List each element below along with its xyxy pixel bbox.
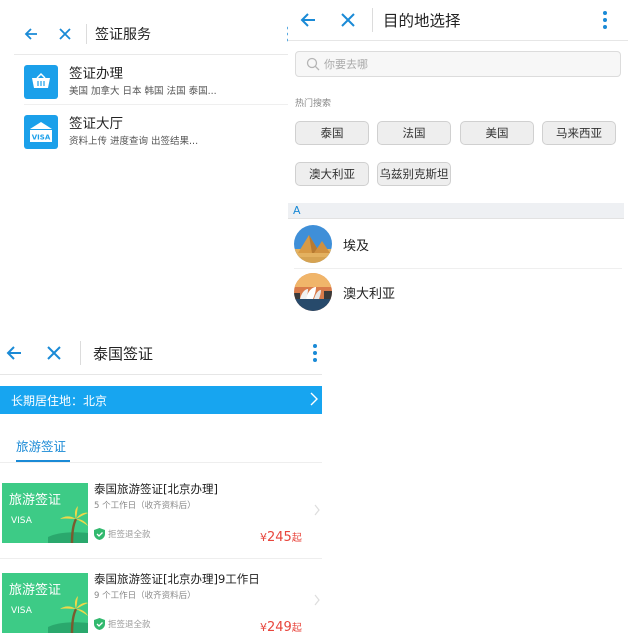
- hot-chip[interactable]: 乌兹别克斯坦: [377, 162, 451, 186]
- back-button[interactable]: [0, 332, 28, 374]
- refund-badge: 拒签退全款: [94, 618, 151, 630]
- back-button[interactable]: [14, 14, 48, 54]
- visa-service-header: 签证服务: [14, 14, 296, 55]
- tab-divider: [0, 462, 322, 463]
- hot-chip[interactable]: 法国: [377, 121, 451, 145]
- product-duration: 5 个工作日（收齐资料后）: [94, 501, 196, 511]
- visa-card-icon: VISA: [24, 115, 58, 149]
- thumbnail-subtitle: VISA: [11, 606, 32, 616]
- palm-tree-icon: [48, 506, 88, 543]
- thailand-header: 泰国签证: [0, 332, 322, 375]
- service-visa-apply[interactable]: 签证办理 美国 加拿大 日本 韩国 法国 泰国...: [24, 60, 296, 105]
- close-icon: [341, 13, 355, 27]
- thumbnail-title: 旅游签证: [9, 583, 62, 598]
- header-divider: [80, 341, 81, 365]
- search-input[interactable]: 你要去哪: [295, 51, 621, 77]
- visa-service-panel: 签证服务 签证办理 美国 加拿大 日本 韩国 法国 泰国... VISA 签证大…: [14, 14, 296, 164]
- hot-chip[interactable]: 澳大利亚: [295, 162, 369, 186]
- close-button[interactable]: [48, 14, 82, 54]
- page-title: 签证服务: [95, 27, 151, 43]
- pyramids-photo: [294, 225, 332, 263]
- product-price: ¥245起: [260, 530, 302, 545]
- visa-icon-text: VISA: [32, 134, 51, 142]
- close-icon: [59, 28, 71, 40]
- index-section-header: A: [288, 203, 624, 219]
- destination-name: 埃及: [343, 238, 370, 254]
- close-button[interactable]: [28, 332, 80, 374]
- product-duration: 9 个工作日（收齐资料后）: [94, 591, 196, 601]
- search-placeholder: 你要去哪: [324, 58, 368, 71]
- tab-tourist-visa[interactable]: 旅游签证: [16, 436, 66, 455]
- destination-name: 澳大利亚: [343, 286, 396, 302]
- close-icon: [47, 346, 61, 360]
- arrow-left-icon: [24, 28, 37, 40]
- destination-panel: 目的地选择 你要去哪 热门搜索 泰国 法国 美国 马来西亚 澳大利亚 乌兹别克斯…: [288, 0, 628, 320]
- service-desc: 资料上传 进度查询 出签结果...: [69, 136, 199, 147]
- product-thumbnail: 旅游签证 VISA: [2, 573, 88, 633]
- service-visa-hall[interactable]: VISA 签证大厅 资料上传 进度查询 出签结果...: [24, 110, 296, 154]
- more-vertical-icon: [313, 344, 317, 362]
- thumbnail-subtitle: VISA: [11, 516, 32, 526]
- hot-chip[interactable]: 美国: [460, 121, 534, 145]
- shield-check-icon: [94, 528, 105, 540]
- search-icon: [306, 57, 320, 71]
- product-price: ¥249起: [260, 620, 302, 635]
- shield-check-icon: [94, 618, 105, 630]
- arrow-left-icon: [6, 346, 21, 360]
- header-divider: [86, 24, 87, 44]
- service-desc: 美国 加拿大 日本 韩国 法国 泰国...: [69, 86, 217, 97]
- product-title: 泰国旅游签证[北京办理]9工作日: [94, 572, 260, 586]
- refund-text: 拒签退全款: [108, 530, 151, 540]
- chevron-right-icon: [310, 392, 318, 406]
- page-title: 目的地选择: [383, 12, 461, 30]
- service-name: 签证办理: [69, 66, 123, 82]
- destination-item[interactable]: 埃及: [294, 220, 622, 269]
- product-title: 泰国旅游签证[北京办理]: [94, 482, 218, 496]
- residence-label: 长期居住地：北京: [11, 393, 108, 408]
- destination-item[interactable]: 澳大利亚: [294, 268, 622, 316]
- header-divider: [372, 8, 373, 32]
- thailand-visa-panel: 泰国签证 长期居住地：北京 旅游签证 旅游签证 VISA 泰国旅游签证[北京办理…: [0, 332, 322, 640]
- visa-product-card[interactable]: 旅游签证 VISA 泰国旅游签证[北京办理] 5 个工作日（收齐资料后） 拒签退…: [0, 472, 322, 559]
- sydney-opera-house-photo: [294, 273, 332, 311]
- arrow-left-icon: [300, 13, 315, 27]
- hot-search-label: 热门搜索: [295, 99, 332, 109]
- more-button[interactable]: [602, 0, 608, 40]
- more-vertical-icon: [603, 11, 607, 29]
- visa-product-card[interactable]: 旅游签证 VISA 泰国旅游签证[北京办理]9工作日 9 个工作日（收齐资料后）…: [0, 562, 322, 640]
- destination-header: 目的地选择: [288, 0, 628, 41]
- residence-selector[interactable]: 长期居住地：北京: [0, 386, 322, 414]
- thumbnail-title: 旅游签证: [9, 493, 62, 508]
- back-button[interactable]: [288, 0, 328, 40]
- basket-icon: [24, 65, 58, 99]
- palm-tree-icon: [48, 596, 88, 633]
- more-button[interactable]: [312, 332, 318, 374]
- refund-text: 拒签退全款: [108, 620, 151, 630]
- product-thumbnail: 旅游签证 VISA: [2, 483, 88, 543]
- chevron-right-icon: [314, 594, 320, 606]
- close-button[interactable]: [328, 0, 368, 40]
- refund-badge: 拒签退全款: [94, 528, 151, 540]
- page-title: 泰国签证: [93, 344, 154, 363]
- chevron-right-icon: [314, 504, 320, 516]
- hot-chip[interactable]: 马来西亚: [542, 121, 616, 145]
- hot-chip[interactable]: 泰国: [295, 121, 369, 145]
- service-name: 签证大厅: [69, 116, 123, 132]
